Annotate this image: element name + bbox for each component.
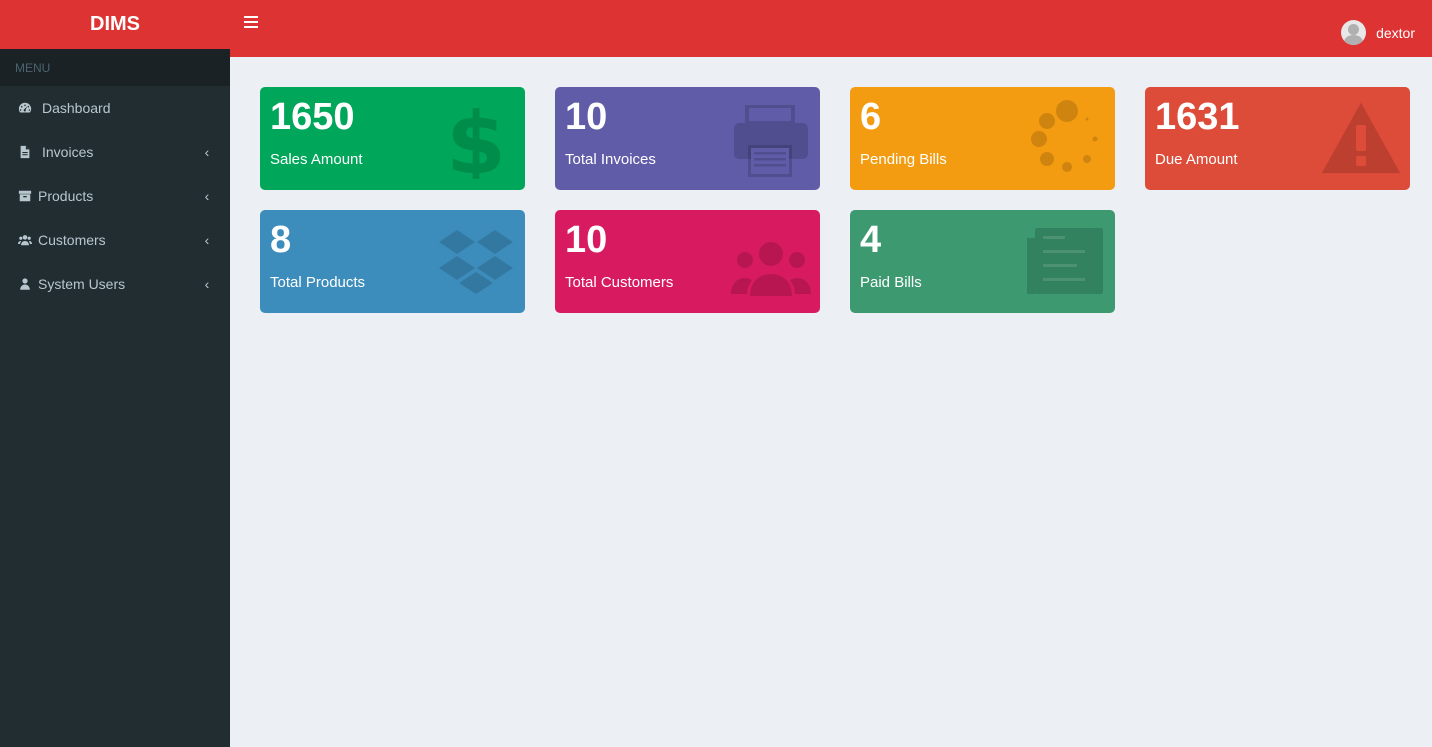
stat-value: 10	[565, 219, 608, 261]
sidebar: DIMS MENU Dashboard Invoices ‹ Products …	[0, 0, 230, 747]
stat-value: 4	[860, 219, 882, 261]
stat-value: 10	[565, 96, 608, 138]
stat-box-total-products[interactable]: 8 Total Products	[260, 210, 525, 313]
user-icon	[18, 277, 32, 291]
warning-icon	[1320, 97, 1402, 179]
sidebar-item-label: System Users	[38, 276, 126, 292]
dollar-icon: $	[435, 94, 517, 190]
chevron-left-icon: ‹	[204, 232, 210, 248]
sidebar-item-invoices[interactable]: Invoices ‹	[0, 130, 230, 174]
archive-icon	[18, 189, 32, 203]
newspaper-icon	[1025, 220, 1107, 302]
menu-header: MENU	[0, 49, 230, 86]
file-icon	[18, 145, 32, 159]
spinner-icon	[1025, 97, 1107, 179]
sidebar-item-label: Products	[38, 188, 94, 204]
sidebar-item-label: Dashboard	[42, 100, 111, 116]
stat-box-sales-amount[interactable]: 1650 Sales Amount $	[260, 87, 525, 190]
brand-logo[interactable]: DIMS	[0, 0, 230, 49]
stat-label: Total Products	[270, 274, 366, 291]
stat-box-paid-bills[interactable]: 4 Paid Bills	[850, 210, 1115, 313]
user-name: dextor	[1376, 24, 1415, 41]
sidebar-item-products[interactable]: Products ‹	[0, 174, 230, 218]
sidebar-item-label: Customers	[38, 232, 106, 248]
stat-box-pending-bills[interactable]: 6 Pending Bills	[850, 87, 1115, 190]
print-icon	[730, 97, 812, 179]
chevron-left-icon: ‹	[204, 276, 210, 292]
stat-label: Total Customers	[565, 274, 674, 291]
users-icon	[730, 220, 812, 302]
sidebar-item-label: Invoices	[42, 144, 94, 160]
stat-value: 1650	[270, 96, 355, 138]
stat-label: Paid Bills	[860, 274, 922, 291]
stat-value: 6	[860, 96, 882, 138]
stat-label: Sales Amount	[270, 151, 363, 168]
dashboard-icon	[18, 101, 32, 115]
users-icon	[18, 233, 32, 247]
sidebar-item-system-users[interactable]: System Users ‹	[0, 262, 230, 306]
stat-label: Total Invoices	[565, 151, 656, 168]
dropbox-icon	[435, 220, 517, 302]
svg-text:$: $	[446, 97, 506, 179]
stat-value: 8	[270, 219, 292, 261]
sidebar-item-customers[interactable]: Customers ‹	[0, 218, 230, 262]
sidebar-item-dashboard[interactable]: Dashboard	[0, 86, 230, 130]
top-navbar: dextor	[230, 0, 1432, 57]
stat-box-total-invoices[interactable]: 10 Total Invoices	[555, 87, 820, 190]
avatar	[1341, 20, 1367, 45]
stat-label: Pending Bills	[860, 151, 947, 168]
chevron-left-icon: ‹	[204, 188, 210, 204]
user-menu[interactable]: dextor	[1341, 20, 1415, 45]
stat-label: Due Amount	[1155, 151, 1238, 168]
stat-value: 1631	[1155, 96, 1240, 138]
sidebar-toggle-icon[interactable]	[244, 16, 258, 30]
stat-box-due-amount[interactable]: 1631 Due Amount	[1145, 87, 1410, 190]
chevron-left-icon: ‹	[204, 144, 210, 160]
stat-box-total-customers[interactable]: 10 Total Customers	[555, 210, 820, 313]
